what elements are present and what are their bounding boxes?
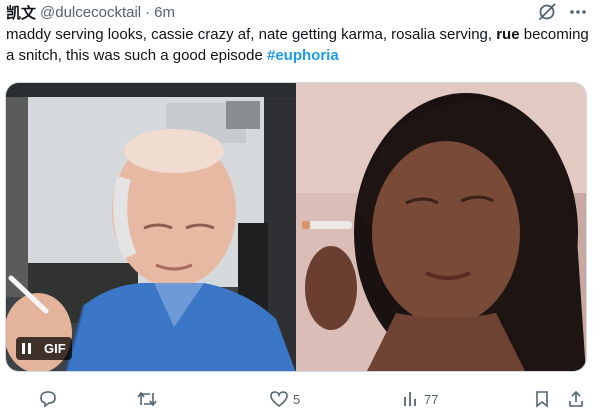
timestamp[interactable]: 6m	[154, 4, 175, 21]
pause-icon[interactable]	[22, 343, 34, 355]
tweet-text: maddy serving looks, cassie crazy af, na…	[6, 24, 591, 66]
reply-button[interactable]	[38, 386, 62, 412]
tweet-header: 凯文 @dulcecocktail · 6m	[6, 1, 175, 23]
tweet-text-part1: maddy serving looks, cassie crazy af, na…	[6, 26, 497, 43]
bookmark-icon	[536, 391, 548, 408]
tweet-text-bold: rue	[496, 26, 520, 43]
like-button[interactable]: 5	[269, 386, 300, 412]
more-button[interactable]	[567, 1, 589, 23]
separator-dot: ·	[145, 3, 151, 21]
share-button[interactable]	[567, 386, 585, 412]
more-icon	[570, 10, 586, 14]
gif-frame	[6, 83, 586, 371]
reply-icon	[40, 391, 56, 408]
tweet[interactable]: 凯文 @dulcecocktail · 6m maddy serving loo…	[0, 0, 599, 418]
retweet-icon	[137, 391, 157, 407]
gif-media[interactable]	[5, 82, 587, 372]
gif-label: GIF	[44, 341, 66, 356]
share-icon	[569, 390, 583, 407]
heart-icon	[270, 391, 288, 408]
grok-icon	[539, 3, 556, 20]
views-count: 77	[424, 391, 439, 407]
user-handle[interactable]: @dulcecocktail	[40, 4, 141, 21]
tweet-actions: 5 77	[0, 386, 599, 412]
bookmark-button[interactable]	[533, 386, 551, 412]
hashtag-link[interactable]: #euphoria	[267, 47, 339, 64]
views-button[interactable]: 77	[402, 386, 438, 412]
views-chart-icon	[404, 392, 416, 406]
retweet-button[interactable]	[136, 386, 162, 412]
display-name[interactable]: 凯文	[6, 2, 36, 23]
grok-button[interactable]	[536, 1, 558, 23]
gif-controls[interactable]: GIF	[16, 337, 72, 360]
like-count: 5	[293, 391, 301, 407]
